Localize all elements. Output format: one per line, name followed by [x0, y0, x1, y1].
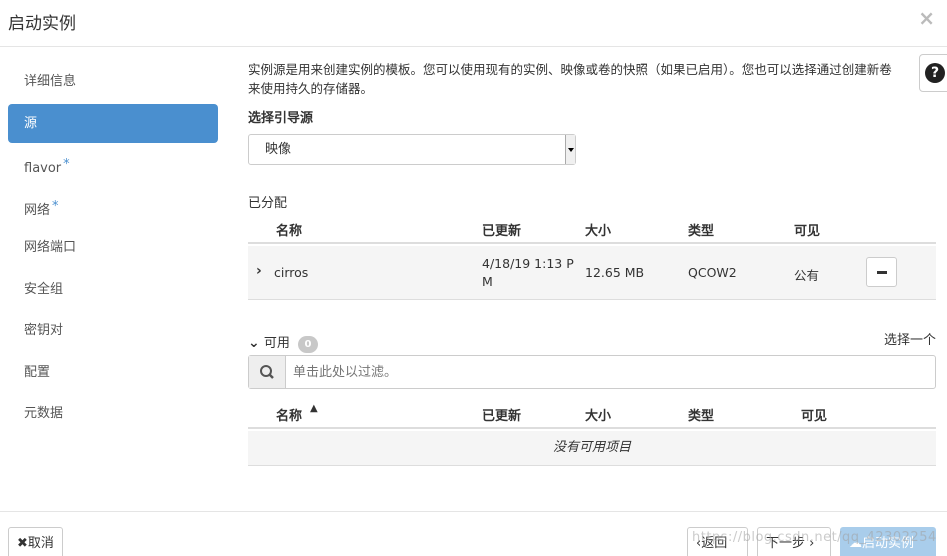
- sidebar-item[interactable]: flavor *: [8, 145, 218, 184]
- col-size[interactable]: 大小: [585, 220, 611, 239]
- sort-asc-icon[interactable]: ▲: [310, 403, 318, 414]
- modal-header: 启动实例 ×: [0, 0, 947, 47]
- row-updated-line-1: 4/18/19 1:13 P: [482, 256, 574, 271]
- required-asterisk: *: [52, 198, 59, 214]
- allocated-label: 已分配: [248, 196, 288, 211]
- sidebar-item[interactable]: 配置: [8, 353, 218, 392]
- col-name[interactable]: 名称: [276, 220, 302, 239]
- row-name: cirros: [274, 265, 309, 280]
- sidebar-item-label: 配置: [24, 364, 51, 380]
- chevron-down-icon: [565, 135, 575, 164]
- col-visibility[interactable]: 可见: [801, 405, 827, 424]
- row-updated-line-2: M: [482, 274, 493, 289]
- sidebar-item-label: flavor: [24, 161, 62, 176]
- col-size[interactable]: 大小: [585, 405, 611, 424]
- launch-instance-button[interactable]: ☁启动实例: [840, 527, 936, 556]
- source-panel: 实例源是用来创建实例的模板。您可以使用现有的实例、映像或卷的快照（如果已启用）。…: [248, 60, 936, 165]
- boot-source-select[interactable]: 映像: [248, 134, 576, 165]
- back-button[interactable]: ‹返回: [687, 527, 748, 556]
- col-type[interactable]: 类型: [688, 405, 714, 424]
- sidebar-item-label: 元数据: [24, 406, 64, 421]
- chevron-down-icon: ⌄: [248, 335, 260, 351]
- description-line-2: 来使用持久的存储器。: [248, 81, 374, 96]
- launch-label: 启动实例: [862, 536, 915, 551]
- sidebar-item[interactable]: 密钥对: [8, 311, 218, 350]
- available-count-badge: 0: [298, 336, 319, 353]
- wizard-nav: 详细信息源 flavor * 网络 * 网络端口 安全组 密钥对 配置 元数据: [8, 62, 218, 436]
- available-table-header: 名称 ▲ 已更新 大小 类型 可见: [248, 401, 936, 429]
- cloud-upload-icon: ☁: [849, 536, 862, 551]
- boot-source-value: 映像: [265, 142, 292, 157]
- row-type: QCOW2: [688, 265, 737, 280]
- sidebar-item[interactable]: 元数据: [8, 394, 218, 433]
- available-toggle[interactable]: ⌄ 可用 0: [248, 332, 319, 353]
- sidebar-item[interactable]: 源: [8, 103, 218, 143]
- close-icon[interactable]: ×: [918, 6, 935, 30]
- sidebar-item[interactable]: 网络端口: [8, 228, 218, 267]
- available-label: 可用: [263, 336, 290, 351]
- remove-button[interactable]: [866, 257, 897, 287]
- col-name[interactable]: 名称: [276, 405, 302, 424]
- search-icon-addon: [249, 356, 286, 388]
- sidebar-item[interactable]: 详细信息: [8, 62, 218, 101]
- table-row: › cirros 4/18/19 1:13 P M 12.65 MB QCOW2…: [248, 246, 936, 300]
- row-visibility: 公有: [794, 268, 820, 283]
- sidebar-item-label: 网络端口: [24, 240, 77, 255]
- row-size: 12.65 MB: [585, 265, 645, 280]
- footer-divider: [0, 511, 947, 512]
- col-type[interactable]: 类型: [688, 220, 714, 239]
- sidebar-item-label: 源: [24, 115, 38, 131]
- cancel-button[interactable]: ✖取消: [8, 527, 63, 556]
- chevron-right-icon[interactable]: ›: [256, 263, 262, 279]
- col-updated[interactable]: 已更新: [482, 405, 521, 424]
- filter-input[interactable]: [287, 356, 935, 388]
- search-icon: [260, 365, 274, 379]
- sidebar-item-label: 安全组: [24, 281, 64, 297]
- col-updated[interactable]: 已更新: [482, 220, 521, 239]
- modal-title: 启动实例: [8, 14, 76, 34]
- empty-message: 没有可用项目: [248, 431, 936, 466]
- sidebar-item-label: 详细信息: [24, 74, 77, 89]
- sidebar-item[interactable]: 安全组: [8, 270, 218, 309]
- boot-source-label: 选择引导源: [248, 111, 314, 126]
- allocated-table-header: 名称 已更新 大小 类型 可见: [248, 216, 936, 244]
- next-button[interactable]: 下一步 ›: [757, 527, 831, 556]
- col-visibility[interactable]: 可见: [794, 220, 820, 239]
- select-one-hint: 选择一个: [883, 333, 936, 348]
- filter-box: [248, 355, 936, 389]
- description-line-1: 实例源是用来创建实例的模板。您可以使用现有的实例、映像或卷的快照（如果已启用）。…: [248, 62, 892, 77]
- required-asterisk: *: [63, 157, 70, 172]
- sidebar-item-label: 网络: [24, 202, 51, 218]
- sidebar-item-label: 密钥对: [24, 323, 64, 338]
- sidebar-item[interactable]: 网络 *: [8, 187, 218, 226]
